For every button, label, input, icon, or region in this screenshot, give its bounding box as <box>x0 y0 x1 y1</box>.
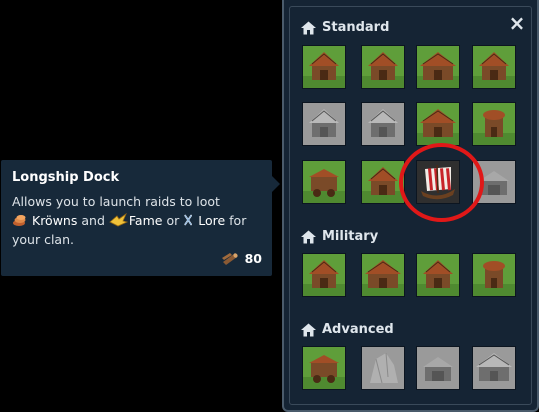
or-word: or <box>166 213 180 228</box>
building-tile-advanced-rock <box>361 346 405 390</box>
building-tile-standard-house[interactable] <box>302 45 346 89</box>
home-icon <box>301 323 316 336</box>
building-tile-standard-tower[interactable] <box>472 102 516 146</box>
tooltip-description: Allows you to launch raids to loot Kröwn… <box>12 192 261 249</box>
section-military: Military <box>301 229 378 244</box>
tooltip-line-1: Allows you to launch raids to loot <box>12 194 220 209</box>
building-tooltip: Longship Dock Allows you to launch raids… <box>1 160 280 276</box>
building-tile-military-tent[interactable] <box>302 253 346 297</box>
building-tile-military-armory[interactable] <box>416 253 460 297</box>
build-cost: 80 <box>221 251 262 266</box>
building-tile-standard-workshop <box>361 102 405 146</box>
for-word: for <box>229 213 247 228</box>
lore-icon <box>184 214 193 226</box>
section-standard-title: Standard <box>322 20 390 35</box>
tooltip-line-3: your clan. <box>12 232 74 247</box>
section-standard: Standard <box>301 20 389 35</box>
section-advanced-title: Advanced <box>322 322 394 337</box>
building-tile-advanced-hall <box>472 346 516 390</box>
building-tile-standard-workshop[interactable] <box>361 45 405 89</box>
selection-highlight-ring <box>399 143 484 222</box>
building-tile-advanced-cart[interactable] <box>302 346 346 390</box>
building-tile-military-tower[interactable] <box>472 253 516 297</box>
home-icon <box>301 230 316 243</box>
building-tile-standard-cart[interactable] <box>302 160 346 204</box>
close-button[interactable]: × <box>508 13 526 33</box>
building-tile-military-hall[interactable] <box>361 253 405 297</box>
building-tile-standard-hall[interactable] <box>416 102 460 146</box>
cost-value: 80 <box>244 251 262 266</box>
fame-label: Fame <box>128 213 163 228</box>
tooltip-title: Longship Dock <box>12 170 120 185</box>
building-tile-standard-barn[interactable] <box>472 45 516 89</box>
home-icon <box>301 21 316 34</box>
building-tile-standard-hall[interactable] <box>416 45 460 89</box>
fame-icon <box>109 213 128 227</box>
krowns-icon <box>13 215 26 226</box>
wood-log-icon <box>221 252 238 265</box>
lore-label: Lore <box>198 213 226 228</box>
section-advanced: Advanced <box>301 322 394 337</box>
section-military-title: Military <box>322 229 379 244</box>
building-tile-advanced-forge <box>416 346 460 390</box>
krowns-label: Kröwns <box>32 213 78 228</box>
building-tile-standard-house <box>302 102 346 146</box>
and-word: and <box>81 213 105 228</box>
